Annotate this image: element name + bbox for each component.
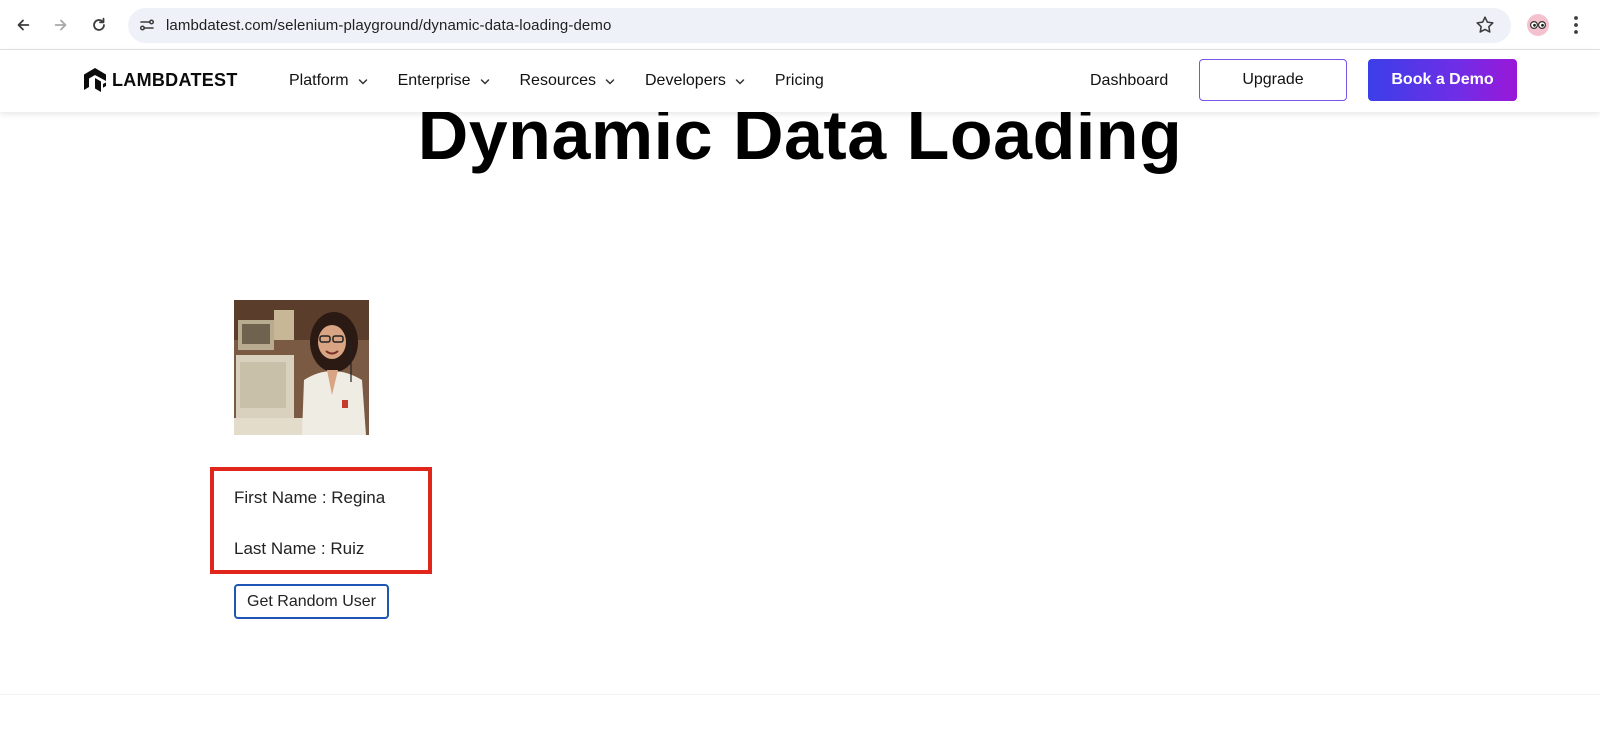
- site-header: LAMBDATEST Platform Enterprise Resources…: [0, 50, 1600, 112]
- browser-toolbar: lambdatest.com/selenium-playground/dynam…: [0, 0, 1600, 50]
- get-random-user-button[interactable]: Get Random User: [234, 584, 389, 619]
- address-bar[interactable]: lambdatest.com/selenium-playground/dynam…: [128, 8, 1511, 43]
- menu-item-label: Pricing: [774, 72, 824, 89]
- url-text[interactable]: lambdatest.com/selenium-playground/dynam…: [166, 8, 611, 43]
- menu-enterprise[interactable]: Enterprise: [398, 72, 490, 90]
- chevron-down-icon: [605, 79, 615, 85]
- menu-item-label: Enterprise: [397, 72, 471, 89]
- upgrade-button[interactable]: Upgrade: [1199, 59, 1347, 101]
- menu-developers[interactable]: Developers: [645, 72, 745, 90]
- main-menu: Platform Enterprise Resources Developers…: [289, 50, 854, 112]
- more-menu-icon[interactable]: [1568, 13, 1584, 37]
- footer-divider: [0, 694, 1600, 748]
- menu-item-label: Platform: [289, 72, 349, 89]
- forward-arrow-icon[interactable]: [48, 12, 74, 38]
- menu-item-label: Resources: [519, 72, 596, 89]
- dashboard-link[interactable]: Dashboard: [1090, 50, 1168, 112]
- back-arrow-icon[interactable]: [10, 12, 36, 38]
- site-settings-icon[interactable]: [138, 16, 156, 34]
- lambdatest-logo-icon: [84, 68, 106, 92]
- menu-pricing[interactable]: Pricing: [775, 72, 824, 90]
- menu-resources[interactable]: Resources: [520, 72, 615, 90]
- bookmark-star-icon[interactable]: [1474, 14, 1496, 36]
- first-name-text: First Name : Regina: [234, 488, 386, 507]
- book-demo-button[interactable]: Book a Demo: [1368, 59, 1517, 101]
- chevron-down-icon: [480, 79, 489, 85]
- chevron-down-icon: [358, 79, 367, 85]
- reload-icon[interactable]: [86, 12, 112, 38]
- menu-platform[interactable]: Platform: [289, 72, 368, 90]
- user-photo: [234, 300, 369, 435]
- profile-avatar-icon[interactable]: [1527, 14, 1549, 36]
- logo-text: LAMBDATEST: [112, 69, 238, 90]
- menu-item-label: Developers: [644, 72, 726, 89]
- chevron-down-icon: [735, 79, 745, 85]
- lambdatest-logo[interactable]: LAMBDATEST: [82, 66, 238, 94]
- last-name-text: Last Name : Ruiz: [234, 539, 365, 558]
